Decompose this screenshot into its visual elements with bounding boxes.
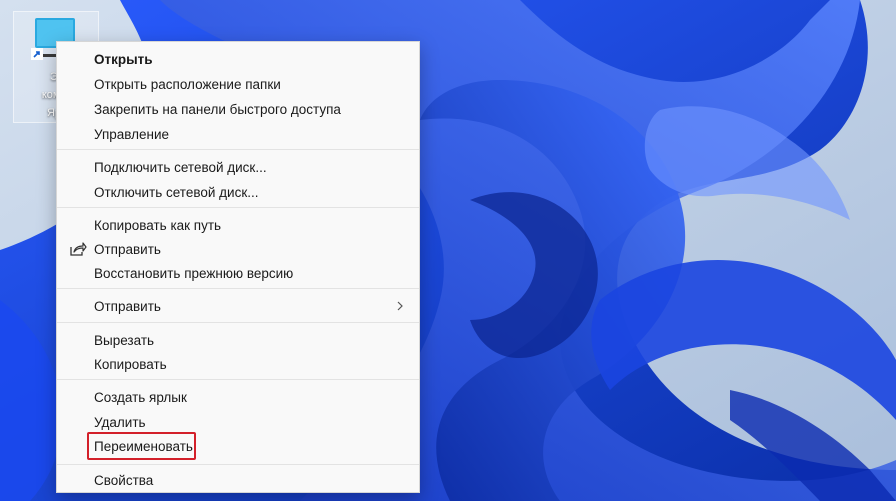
- menu-item-manage[interactable]: Управление: [61, 122, 415, 146]
- menu-item-copy-as-path[interactable]: Копировать как путь: [61, 213, 415, 237]
- menu-item-open-folder-location[interactable]: Открыть расположение папки: [61, 72, 415, 96]
- menu-item-open[interactable]: Открыть: [61, 47, 415, 71]
- menu-item-map-network-drive[interactable]: Подключить сетевой диск...: [61, 155, 415, 179]
- menu-item-delete[interactable]: Удалить: [61, 410, 415, 434]
- menu-item-restore-previous-version[interactable]: Восстановить прежнюю версию: [61, 261, 415, 285]
- menu-item-create-shortcut[interactable]: Создать ярлык: [61, 385, 415, 409]
- menu-separator: [57, 464, 419, 465]
- menu-separator: [57, 288, 419, 289]
- menu-item-pin-quick-access[interactable]: Закрепить на панели быстрого доступа: [61, 97, 415, 121]
- rename-highlight-box: [87, 432, 196, 460]
- menu-item-disconnect-network-drive[interactable]: Отключить сетевой диск...: [61, 180, 415, 204]
- menu-item-send-to[interactable]: Отправить: [61, 294, 415, 318]
- chevron-right-icon: [397, 301, 403, 311]
- menu-separator: [57, 379, 419, 380]
- menu-item-properties[interactable]: Свойства: [61, 468, 415, 492]
- menu-separator: [57, 207, 419, 208]
- menu-item-label: Отправить: [94, 241, 161, 257]
- menu-item-cut[interactable]: Вырезать: [61, 328, 415, 352]
- context-menu: Открыть Открыть расположение папки Закре…: [56, 41, 420, 493]
- shortcut-arrow-icon: [31, 48, 43, 60]
- menu-separator: [57, 149, 419, 150]
- share-icon: [70, 242, 87, 256]
- menu-item-copy[interactable]: Копировать: [61, 352, 415, 376]
- menu-item-share[interactable]: Отправить: [61, 237, 415, 261]
- menu-item-label: Отправить: [94, 298, 161, 314]
- menu-separator: [57, 322, 419, 323]
